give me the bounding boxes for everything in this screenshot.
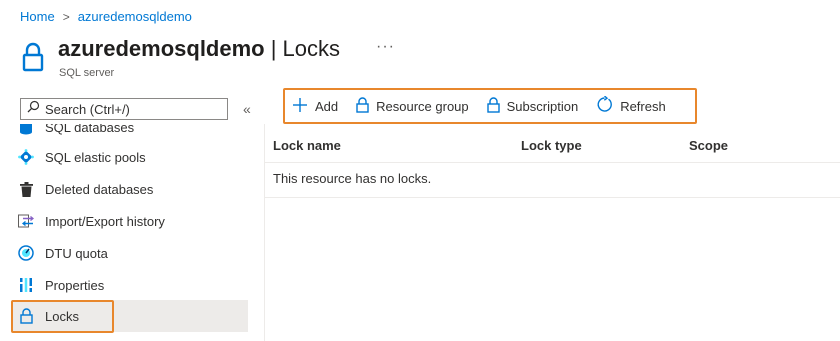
elastic-pool-icon — [18, 149, 34, 165]
sidebar-scrollbar[interactable] — [248, 124, 264, 341]
page-subtitle: SQL server — [59, 67, 115, 79]
sidebar-item-label: Import/Export history — [45, 213, 165, 229]
import-export-icon — [18, 213, 34, 229]
search-input[interactable] — [45, 101, 215, 117]
empty-message: This resource has no locks. — [273, 171, 432, 186]
search-icon — [27, 100, 40, 118]
sidebar-item-label: SQL databases — [45, 124, 135, 135]
sidebar-item-deleted-databases[interactable]: Deleted databases — [12, 174, 248, 204]
toolbar-highlight-box — [283, 88, 697, 124]
sidebar-item-sql-elastic-pools[interactable]: SQL elastic pools — [12, 142, 248, 172]
resource-name: azuredemosqldemo — [58, 36, 265, 61]
page-title: azuredemosqldemo | Locks — [58, 36, 340, 62]
breadcrumb-current-link[interactable]: azuredemosqldemo — [78, 9, 192, 24]
gauge-icon — [18, 245, 34, 261]
search-box[interactable] — [20, 98, 228, 120]
sidebar-item-label: SQL elastic pools — [45, 149, 146, 165]
sidebar-item-import-export-history[interactable]: Import/Export history — [12, 206, 248, 236]
sidebar-item-properties[interactable]: Properties — [12, 270, 248, 300]
trash-icon — [18, 181, 34, 197]
page-name: | Locks — [270, 36, 341, 61]
lock-icon — [22, 42, 44, 72]
breadcrumb-home-link[interactable]: Home — [20, 9, 55, 24]
sidebar-item-label: DTU quota — [45, 245, 108, 261]
sidebar-item-label: Deleted databases — [45, 181, 154, 197]
sidebar-item-sql-databases[interactable]: SQL databases — [12, 124, 248, 142]
more-options-button[interactable]: ··· — [376, 38, 395, 56]
sidebar-item-label: Properties — [45, 277, 105, 293]
locks-highlight-box — [11, 300, 114, 333]
collapse-sidebar-button[interactable]: « — [243, 101, 251, 117]
column-header-lock-type[interactable]: Lock type — [521, 138, 582, 153]
table-empty-row: This resource has no locks. — [265, 163, 840, 198]
sql-database-icon — [18, 124, 34, 135]
column-header-lock-name[interactable]: Lock name — [273, 138, 341, 153]
properties-icon — [18, 277, 34, 293]
column-header-scope[interactable]: Scope — [689, 138, 728, 153]
breadcrumb-separator: > — [62, 9, 70, 24]
sidebar-item-dtu-quota[interactable]: DTU quota — [12, 238, 248, 268]
locks-table-header: Lock name Lock type Scope — [265, 129, 840, 163]
breadcrumb: Home > azuredemosqldemo — [20, 9, 192, 24]
